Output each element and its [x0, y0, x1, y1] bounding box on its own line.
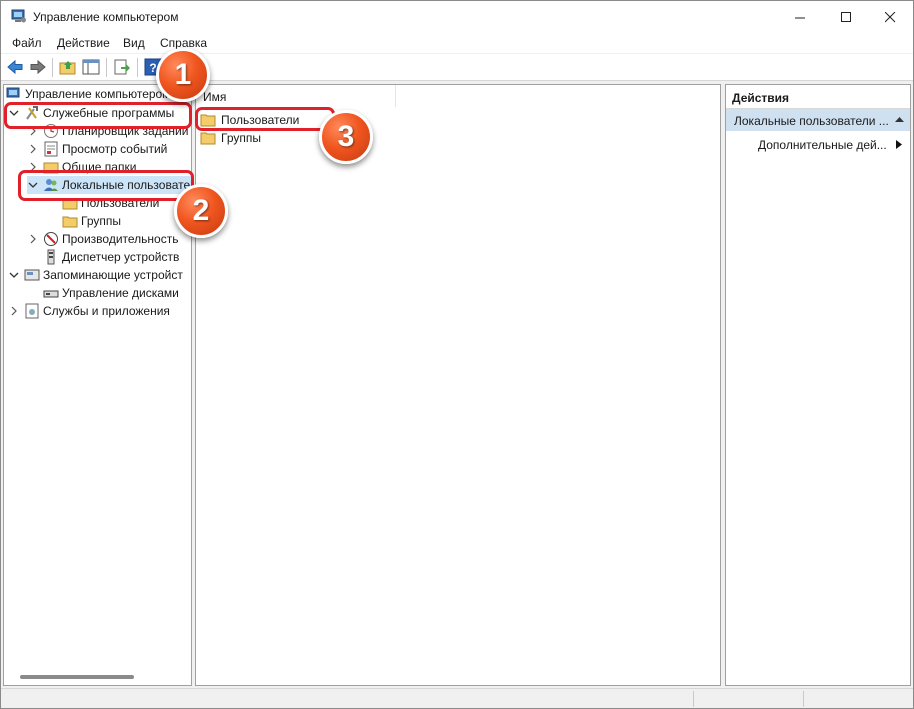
maximize-button[interactable] — [823, 1, 869, 33]
more-actions-link[interactable]: Дополнительные дей... — [758, 138, 887, 152]
tree-root[interactable]: Управление компьютером — [6, 85, 170, 103]
actions-section-label: Локальные пользователи ... — [734, 114, 889, 128]
minimize-icon — [794, 17, 805, 18]
tree-groups[interactable]: Группы — [62, 212, 121, 230]
actions-pane: Действия Локальные пользователи ... Допо… — [725, 84, 911, 686]
computer-management-window: Управление компьютером Файл Действие Вид… — [0, 0, 914, 709]
export-list-icon[interactable] — [113, 58, 131, 76]
maximize-icon — [840, 11, 851, 22]
performance-icon — [44, 232, 58, 246]
horizontal-scrollbar[interactable] — [20, 675, 134, 679]
highlight-system-tools — [4, 102, 192, 129]
menu-view[interactable]: Вид — [123, 36, 145, 50]
submenu-arrow-icon[interactable] — [896, 140, 902, 149]
tree-disk-management-label: Управление дисками — [62, 286, 179, 300]
tree-storage[interactable]: Запоминающие устройст — [8, 266, 183, 284]
toolbar-separator — [52, 58, 53, 77]
minimize-button[interactable] — [777, 1, 823, 33]
tree-services-apps-label: Службы и приложения — [43, 304, 170, 318]
tree-disk-management[interactable]: Управление дисками — [43, 284, 179, 302]
chevron-right-icon[interactable] — [8, 305, 20, 317]
tree-event-viewer-label: Просмотр событий — [62, 142, 168, 156]
chevron-right-icon[interactable] — [27, 233, 39, 245]
toolbar: ? — [1, 54, 913, 81]
event-log-icon — [44, 141, 58, 157]
tree-storage-label: Запоминающие устройст — [43, 268, 183, 282]
step-badge-2: 2 — [174, 184, 228, 238]
toolbar-separator — [137, 58, 138, 77]
window-title: Управление компьютером — [33, 10, 179, 24]
list-item-label: Группы — [221, 131, 261, 145]
toolbar-separator — [106, 58, 107, 77]
forward-arrow-icon[interactable] — [29, 58, 47, 76]
step-badge-1: 1 — [156, 48, 210, 102]
storage-icon — [24, 269, 40, 281]
status-separator — [693, 691, 694, 707]
chevron-down-icon[interactable] — [8, 269, 20, 281]
tree-event-viewer[interactable]: Просмотр событий — [27, 140, 167, 158]
show-hide-tree-icon[interactable] — [82, 58, 100, 76]
up-folder-icon[interactable] — [59, 58, 77, 76]
menu-bar: Файл Действие Вид Справка — [1, 33, 913, 53]
tree-device-manager-label: Диспетчер устройств — [62, 250, 180, 264]
close-icon — [884, 11, 895, 22]
tree-performance-label: Производительность — [62, 232, 179, 246]
back-arrow-icon[interactable] — [6, 58, 24, 76]
tree-performance[interactable]: Производительность — [27, 230, 178, 248]
actions-header: Действия — [726, 85, 910, 109]
actions-header-label: Действия — [732, 91, 790, 105]
step-badge-3: 3 — [319, 110, 373, 164]
tree-services-apps[interactable]: Службы и приложения — [8, 302, 170, 320]
result-list[interactable]: Имя Пользователи Группы — [195, 84, 721, 686]
computer-management-icon — [6, 87, 20, 98]
device-manager-icon — [47, 249, 55, 265]
status-separator — [803, 691, 804, 707]
column-header-name-label: Имя — [203, 90, 227, 104]
menu-action[interactable]: Действие — [57, 36, 110, 50]
menu-file[interactable]: Файл — [12, 36, 42, 50]
highlight-users-item — [195, 107, 335, 131]
actions-section-local-users[interactable]: Локальные пользователи ... — [726, 109, 910, 131]
services-icon — [25, 303, 39, 319]
list-item[interactable]: Группы — [200, 129, 261, 147]
column-header-name[interactable]: Имя — [196, 85, 396, 107]
status-bar — [1, 688, 913, 708]
tree-root-label: Управление компьютером — [25, 87, 171, 101]
folder-icon — [200, 132, 216, 144]
disk-icon — [43, 290, 59, 298]
title-bar: Управление компьютером — [1, 1, 913, 33]
highlight-local-users — [18, 170, 194, 201]
tree-groups-label: Группы — [81, 214, 121, 228]
chevron-right-icon[interactable] — [27, 143, 39, 155]
folder-icon — [62, 216, 78, 228]
close-button[interactable] — [867, 1, 913, 33]
computer-management-icon — [11, 9, 26, 23]
collapse-up-icon[interactable] — [895, 116, 904, 123]
tree-device-manager[interactable]: Диспетчер устройств — [43, 248, 179, 266]
